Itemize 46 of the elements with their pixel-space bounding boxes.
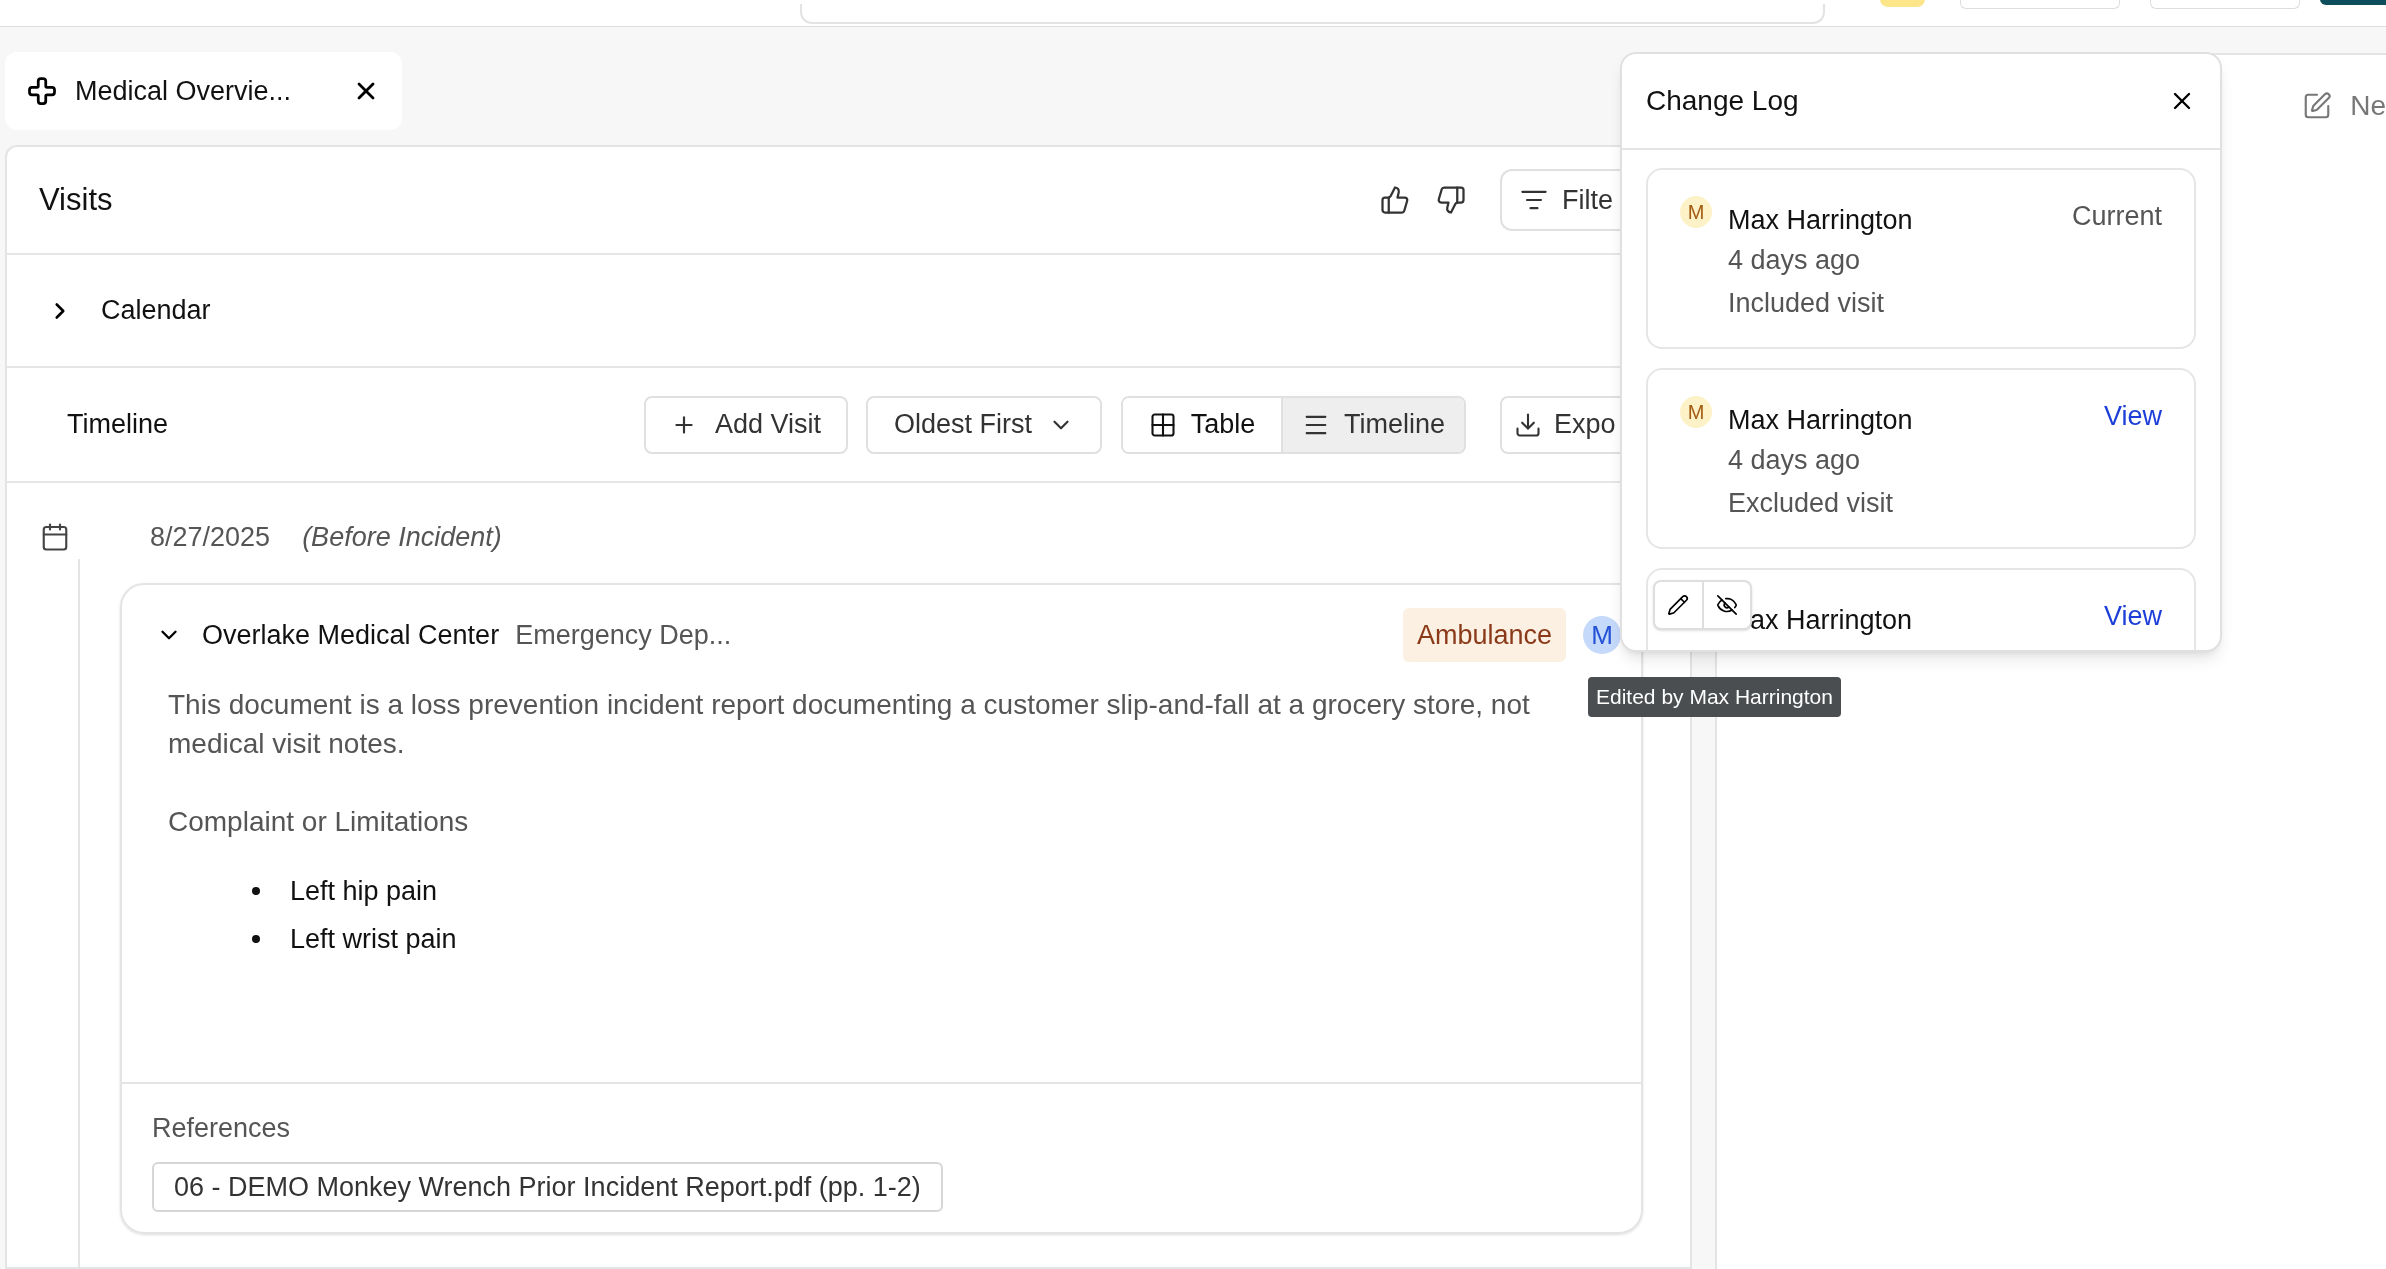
user-avatar: M [1680,196,1712,228]
section-heading: Complaint or Limitations [168,805,470,839]
user-avatar: M [1583,616,1621,654]
complaint-item: Left hip pain [290,874,438,908]
bullet-icon [252,887,260,895]
section-label[interactable]: Calendar [101,290,211,331]
panel-title: Visits [39,180,113,219]
section-label: Timeline [67,408,169,442]
eye-off-icon[interactable] [1715,594,1738,616]
account-button[interactable] [2320,0,2386,5]
editor-name: Max Harrington [1728,204,1913,237]
view-link[interactable]: View [2103,601,2162,631]
bullet-icon [252,935,260,943]
references-label: References [152,1111,292,1145]
pencil-icon[interactable] [1667,594,1690,616]
reference-chip[interactable]: 06 - DEMO Monkey Wrench Prior Incident Report.pdf (pp. 1-2) [152,1162,943,1212]
change-time: 4 days ago [1728,444,1862,477]
provider-name: Overlake Medical Center [202,618,500,652]
ambulance-tag: Ambulance [1402,608,1566,662]
document-tab[interactable]: Medical Overvie... [5,52,402,130]
visit-date: 8/27/2025 [150,520,271,554]
user-avatar: M [1680,396,1712,428]
tooltip: Edited by Max Harrington [1588,677,1841,717]
current-label: Current [2071,201,2162,231]
view-link[interactable]: View [2103,401,2162,431]
visit-summary: This document is a loss prevention incident report documenting a customer slip-and-fall at a grocery store, not medical visit notes. [168,688,1531,761]
editor-name: Max Harrington [1728,404,1913,437]
grid-icon [1148,410,1177,439]
medical-cross-icon [27,76,57,106]
change-action: Included visit [1728,287,1886,320]
sort-dropdown[interactable]: Oldest First [866,395,1102,454]
tab-label: Medical Overvie... [75,74,292,108]
new-button[interactable]: Ne [2302,85,2386,127]
editor-name: ax Harrington [1750,604,1913,637]
edit-icon [2302,91,2333,121]
view-toggle-option[interactable]: Timeline [1281,397,1464,452]
change-time: 4 days ago [1728,244,1862,277]
popover-title: Change Log [1646,84,1799,118]
change-action: Excluded visit [1728,487,1895,520]
complaint-item: Left wrist pain [290,922,457,956]
department-name: Emergency Dep... [515,618,732,652]
thumbs-down-icon[interactable] [1436,185,1466,215]
thumbs-up-icon[interactable] [1380,185,1410,215]
date-note: (Before Incident) [302,520,502,554]
calendar-icon [40,522,70,552]
add-visit-button[interactable]: Add Visit [644,395,848,454]
